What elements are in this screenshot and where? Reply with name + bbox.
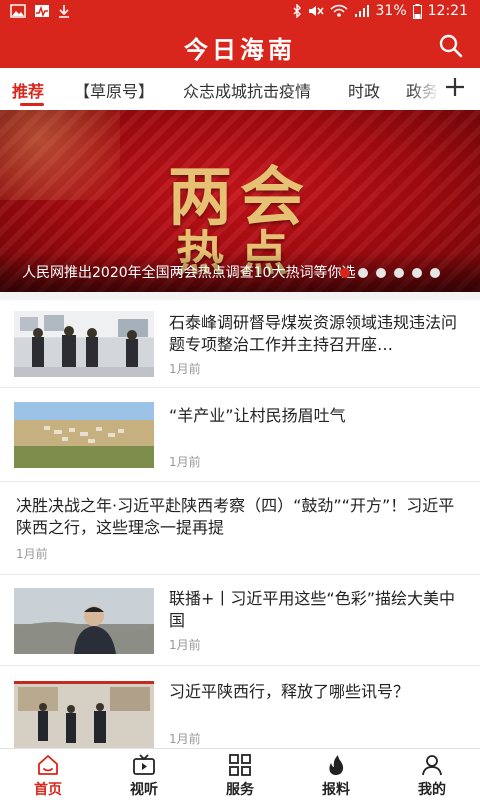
activity-icon <box>35 5 49 18</box>
news-title: 石泰峰调研督导煤炭资源领域违规违法问题专项整治工作并主持召开座… <box>169 313 458 354</box>
news-item[interactable]: 石泰峰调研督导煤炭资源领域违规违法问题专项整治工作并主持召开座… 1月前 <box>0 300 480 388</box>
fire-icon <box>329 755 344 775</box>
carousel-dot[interactable] <box>412 268 422 278</box>
status-right: 31% 12:21 <box>292 3 468 19</box>
battery-icon <box>412 3 422 19</box>
tab-recommend[interactable]: 推荐 <box>12 78 44 102</box>
news-item[interactable]: “羊产业”让村民扬眉吐气 1月前 <box>0 389 480 482</box>
status-bar: 31% 12:21 <box>0 0 480 24</box>
tab-fight-epidemic[interactable]: 众志成城抗击疫情 <box>183 78 311 102</box>
exhibition-photo-icon <box>14 681 154 748</box>
clock: 12:21 <box>427 3 468 19</box>
news-time: 1月前 <box>169 362 201 376</box>
news-time: 1月前 <box>169 732 201 746</box>
tab-fade <box>410 68 440 108</box>
app-title: 今日海南 <box>184 35 296 64</box>
nav-video-label: 视听 <box>130 782 158 798</box>
news-title: 决胜决战之年·习近平赴陕西考察（四）“鼓劲”“开方”！习近平陕西之行，这些理念一… <box>16 496 455 537</box>
news-time: 1月前 <box>16 547 48 561</box>
news-item[interactable]: 联播+丨习近平用这些“色彩”描绘大美中国 1月前 <box>0 576 480 666</box>
carousel-dots <box>340 268 440 278</box>
carousel-dot[interactable] <box>430 268 440 278</box>
app-bar: 今日海南 <box>0 24 480 68</box>
grid-icon <box>229 754 251 776</box>
news-item[interactable]: 决胜决战之年·习近平赴陕西考察（四）“鼓劲”“开方”！习近平陕西之行，这些理念一… <box>0 483 480 575</box>
news-thumbnail-village <box>14 402 154 468</box>
nav-home[interactable]: 首页 <box>0 749 96 800</box>
news-thumbnail-exhibition <box>14 681 154 748</box>
add-channel-icon[interactable] <box>444 76 466 98</box>
channel-tabs: 推荐 【草原号】 众志成城抗击疫情 时政 政务 <box>0 68 480 108</box>
news-time: 1月前 <box>169 638 201 652</box>
video-icon <box>133 754 155 775</box>
carousel-dot[interactable] <box>394 268 404 278</box>
mute-icon <box>308 6 324 16</box>
person-icon <box>422 755 442 776</box>
nav-services[interactable]: 服务 <box>192 749 288 800</box>
gallery-icon <box>10 4 26 18</box>
village-aerial-photo-icon <box>14 402 154 468</box>
news-time: 1月前 <box>169 455 201 469</box>
news-title: “羊产业”让村民扬眉吐气 <box>169 406 346 425</box>
search-icon[interactable] <box>438 33 464 59</box>
home-icon <box>38 755 58 775</box>
news-title: 联播+丨习近平用这些“色彩”描绘大美中国 <box>169 589 455 630</box>
carousel-dot[interactable] <box>340 268 350 278</box>
bluetooth-icon <box>293 4 301 18</box>
bottom-navigation: 首页 视听 服务 报料 我的 <box>0 748 480 800</box>
status-left-icons <box>10 4 70 18</box>
nav-video[interactable]: 视听 <box>96 749 192 800</box>
nav-services-label: 服务 <box>226 782 254 798</box>
banner-caption: 人民网推出2020年全国两会热点调查10大热词等你选 <box>22 265 356 281</box>
nav-report[interactable]: 报料 <box>288 749 384 800</box>
nav-home-label: 首页 <box>34 782 62 798</box>
carousel-dot[interactable] <box>358 268 368 278</box>
nav-profile[interactable]: 我的 <box>384 749 480 800</box>
download-icon <box>59 5 69 18</box>
nav-report-label: 报料 <box>322 782 350 798</box>
banner-carousel[interactable]: 两会 热点 人民网推出2020年全国两会热点调查10大热词等你选 <box>0 110 480 292</box>
news-thumbnail-meeting <box>14 311 154 377</box>
tab-politics[interactable]: 时政 <box>348 78 380 102</box>
active-tab-indicator <box>20 103 44 106</box>
battery-percent: 31% <box>375 3 407 19</box>
carousel-dot[interactable] <box>376 268 386 278</box>
signal-icon <box>354 5 369 17</box>
portrait-photo-icon <box>14 588 154 654</box>
news-item[interactable]: 习近平陕西行，释放了哪些讯号？ 1月前 <box>0 667 480 748</box>
wifi-icon <box>330 4 348 17</box>
news-title: 习近平陕西行，释放了哪些讯号？ <box>169 682 410 701</box>
section-divider <box>0 292 480 300</box>
nav-profile-label: 我的 <box>418 782 446 798</box>
news-thumbnail-portrait <box>14 588 154 654</box>
meeting-photo-icon <box>14 311 154 377</box>
tab-grassland[interactable]: 【草原号】 <box>74 78 154 102</box>
